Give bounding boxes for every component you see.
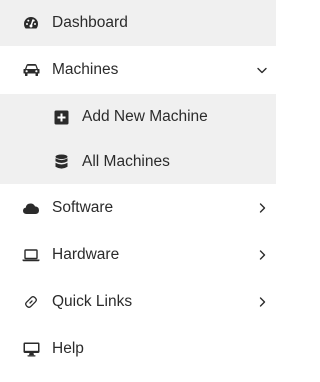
- submenu-item-all-machines[interactable]: All Machines: [0, 140, 276, 184]
- sidebar-menu: Dashboard Machines Add New Machine All M…: [0, 0, 276, 382]
- menu-item-help[interactable]: Help: [0, 326, 276, 372]
- submenu-item-add-new-machine[interactable]: Add New Machine: [0, 94, 276, 140]
- link-icon: [22, 293, 40, 311]
- menu-item-machines[interactable]: Machines: [0, 46, 276, 94]
- car-icon: [22, 61, 40, 79]
- menu-item-quick-links[interactable]: Quick Links: [0, 278, 276, 326]
- plus-square-icon: [52, 108, 70, 126]
- menu-item-label: Help: [52, 340, 84, 357]
- cloud-icon: [22, 199, 40, 217]
- submenu-item-label: All Machines: [82, 153, 170, 170]
- chevron-right-icon: [256, 249, 268, 261]
- menu-item-label: Machines: [52, 61, 119, 78]
- dashboard-gauge-icon: [22, 14, 40, 32]
- chevron-down-icon: [256, 64, 268, 76]
- chevron-right-icon: [256, 296, 268, 308]
- menu-item-hardware[interactable]: Hardware: [0, 232, 276, 278]
- menu-item-label: Hardware: [52, 246, 120, 263]
- chevron-right-icon: [256, 202, 268, 214]
- menu-item-label: Dashboard: [52, 14, 128, 31]
- database-icon: [52, 153, 70, 171]
- laptop-icon: [22, 246, 40, 264]
- menu-item-label: Quick Links: [52, 293, 133, 310]
- menu-item-software[interactable]: Software: [0, 184, 276, 232]
- menu-item-label: Software: [52, 199, 114, 216]
- desktop-icon: [22, 340, 40, 358]
- submenu-item-label: Add New Machine: [82, 108, 208, 125]
- menu-item-dashboard[interactable]: Dashboard: [0, 0, 276, 46]
